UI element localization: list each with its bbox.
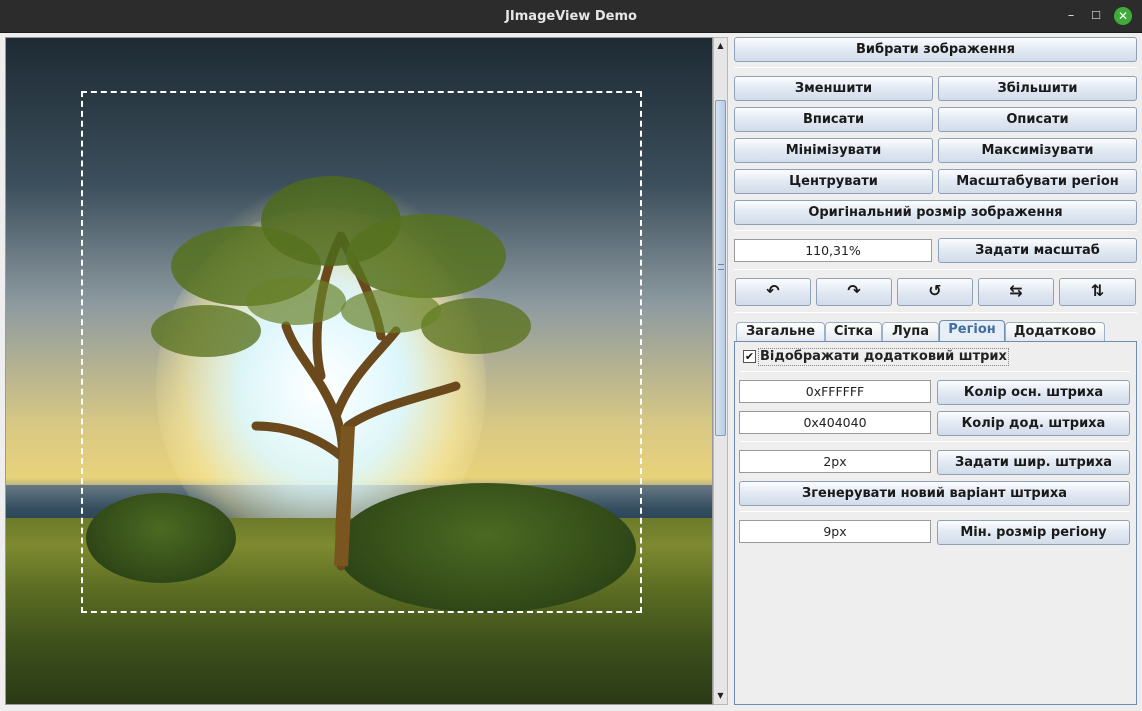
fit-outside-button[interactable]: Описати [938, 107, 1137, 132]
flip-horizontal-icon[interactable]: ⇆ [978, 278, 1054, 306]
extra-stroke-color-field[interactable]: 0x404040 [739, 411, 931, 434]
main-stroke-color-field[interactable]: 0xFFFFFF [739, 380, 931, 403]
set-stroke-width-button[interactable]: Задати шир. штриха [937, 450, 1130, 475]
generate-stroke-button[interactable]: Згенерувати новий варіант штриха [739, 481, 1130, 506]
close-icon[interactable]: ✕ [1114, 7, 1132, 25]
tab-region[interactable]: Регіон [939, 320, 1005, 342]
zoom-out-button[interactable]: Зменшити [734, 76, 933, 101]
tab-general[interactable]: Загальне [736, 322, 825, 342]
flip-vertical-icon[interactable]: ⇅ [1059, 278, 1136, 306]
show-extra-stroke-checkbox[interactable]: ✔ [743, 350, 756, 363]
tab-grid[interactable]: Сітка [825, 322, 882, 342]
image-viewer[interactable] [5, 37, 713, 705]
separator [734, 312, 1137, 313]
scroll-thumb[interactable] [715, 100, 726, 436]
scroll-grip-icon [718, 264, 724, 270]
maximize-image-button[interactable]: Максимізувати [938, 138, 1137, 163]
zoom-in-button[interactable]: Збільшити [938, 76, 1137, 101]
separator [740, 441, 1130, 442]
separator [734, 67, 1137, 68]
tab-additional[interactable]: Додатково [1005, 322, 1105, 342]
separator [740, 511, 1130, 512]
scale-region-button[interactable]: Масштабувати регіон [938, 169, 1137, 194]
show-extra-stroke-label[interactable]: Відображати додатковий штрих [758, 348, 1009, 366]
min-region-size-field[interactable]: 9px [739, 520, 931, 543]
tab-magnifier[interactable]: Лупа [882, 322, 939, 342]
window-title: JImageView Demo [505, 9, 637, 24]
minimize-image-button[interactable]: Мінімізувати [734, 138, 933, 163]
reset-rotation-icon[interactable]: ↺ [897, 278, 973, 306]
minimize-icon[interactable]: – [1062, 7, 1080, 25]
choose-image-button[interactable]: Вибрати зображення [734, 37, 1137, 62]
original-size-button[interactable]: Оригінальний розмір зображення [734, 200, 1137, 225]
separator [734, 230, 1137, 231]
set-scale-button[interactable]: Задати масштаб [938, 238, 1137, 263]
viewer-vertical-scrollbar[interactable]: ▲ ▼ [713, 37, 728, 705]
center-button[interactable]: Центрувати [734, 169, 933, 194]
rotate-ccw-icon[interactable]: ↶ [735, 278, 811, 306]
title-bar: JImageView Demo – ☐ ✕ [0, 0, 1142, 33]
scroll-down-icon[interactable]: ▼ [714, 689, 727, 703]
main-stroke-color-button[interactable]: Колір осн. штриха [937, 380, 1130, 405]
maximize-icon[interactable]: ☐ [1087, 7, 1105, 25]
fit-inside-button[interactable]: Вписати [734, 107, 933, 132]
separator [734, 269, 1137, 270]
region-selection[interactable] [81, 91, 642, 613]
extra-stroke-color-button[interactable]: Колір дод. штриха [937, 411, 1130, 436]
min-region-size-button[interactable]: Мін. розмір регіону [937, 520, 1130, 545]
stroke-width-field[interactable]: 2px [739, 450, 931, 473]
scroll-up-icon[interactable]: ▲ [714, 39, 727, 53]
rotate-cw-icon[interactable]: ↷ [816, 278, 892, 306]
zoom-value-field[interactable]: 110,31% [734, 239, 932, 262]
separator [740, 371, 1130, 372]
